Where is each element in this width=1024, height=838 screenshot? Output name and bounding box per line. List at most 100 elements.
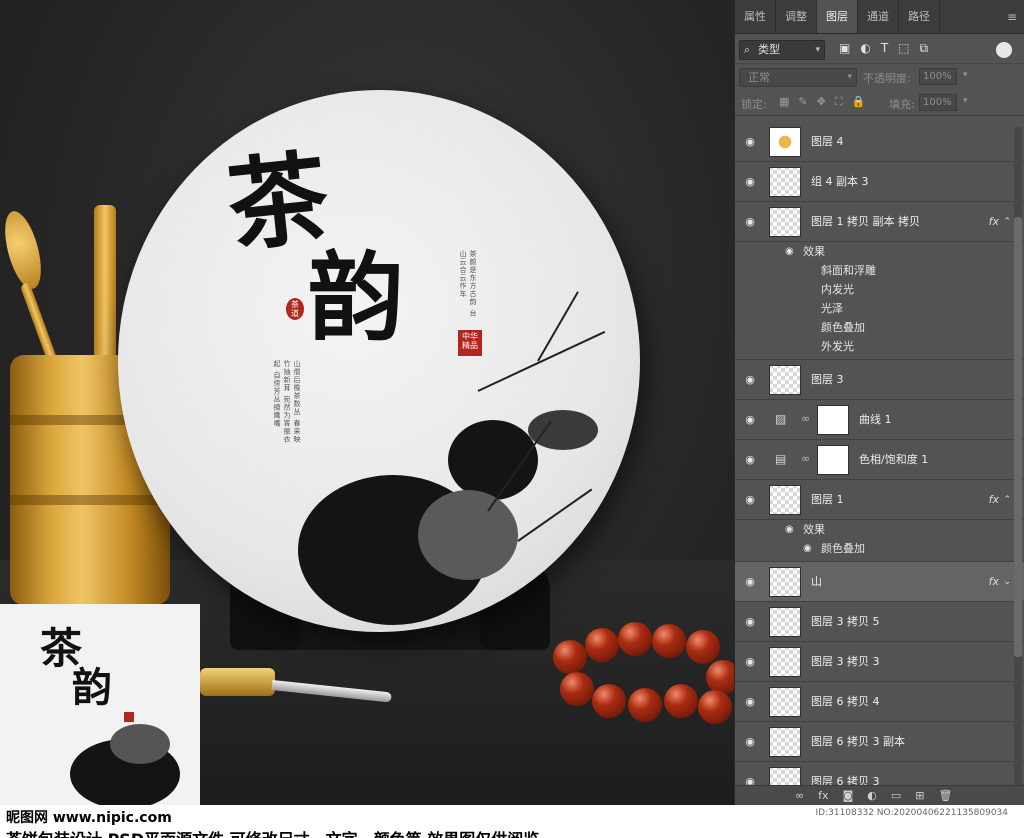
layer-row[interactable]: ◉ 图层 3 拷贝 3 (735, 642, 1024, 682)
expand-effects-icon[interactable]: ⌄ (1003, 562, 1011, 602)
visibility-eye-icon[interactable]: ◉ (743, 453, 757, 467)
blend-mode-select[interactable]: 正常 ▾ (739, 68, 857, 87)
tab-properties[interactable]: 属性 (735, 0, 776, 33)
layer-name[interactable]: 组 4 副本 3 (811, 162, 869, 202)
fill-input[interactable]: 100% (919, 94, 957, 111)
visibility-eye-icon[interactable]: ◉ (743, 413, 757, 427)
visibility-eye-icon[interactable]: ◉ (743, 695, 757, 709)
pixel-filter-icon[interactable]: ▣ (839, 41, 850, 56)
link-icon[interactable]: ∞ (795, 789, 804, 802)
adjustment-icon[interactable]: ◐ (867, 789, 877, 802)
trash-icon[interactable]: 🗑 (938, 789, 952, 802)
layer-row[interactable]: ◉ ▤ ∞ 色相/饱和度 1 (735, 440, 1024, 480)
layer-row-selected[interactable]: ◉ 山 fx ⌄ (735, 562, 1024, 602)
visibility-eye-icon[interactable]: ◉ (743, 215, 757, 229)
smart-object-filter-icon[interactable]: ⧉ (920, 41, 929, 56)
lock-all-icon[interactable]: 🔒 (852, 95, 866, 109)
layer-row[interactable]: ◉ 图层 6 拷贝 3 副本 (735, 722, 1024, 762)
folder-icon[interactable]: ▭ (891, 789, 901, 802)
layer-name[interactable]: 色相/饱和度 1 (859, 440, 928, 480)
layer-name[interactable]: 曲线 1 (859, 400, 892, 440)
layer-thumbnail (769, 207, 801, 237)
fx-icon[interactable]: fx (989, 562, 999, 602)
collapse-effects-icon[interactable]: ⌃ (1003, 480, 1011, 520)
fx-icon[interactable]: fx (989, 480, 999, 520)
shape-filter-icon[interactable]: ⬚ (898, 41, 909, 56)
lock-artboard-icon[interactable]: ⛶ (835, 95, 843, 109)
visibility-eye-icon[interactable]: ◉ (743, 135, 757, 149)
collapse-effects-icon[interactable]: ⌃ (1003, 202, 1011, 242)
layer-mask-thumbnail[interactable] (817, 445, 849, 475)
tab-adjustments[interactable]: 调整 (776, 0, 817, 33)
layer-name[interactable]: 图层 3 拷贝 5 (811, 602, 880, 642)
fx-icon[interactable]: fx (989, 202, 999, 242)
layer-name[interactable]: 图层 6 拷贝 3 副本 (811, 722, 905, 762)
layer-name[interactable]: 图层 6 拷贝 4 (811, 682, 880, 722)
layer-name[interactable]: 图层 1 (811, 480, 844, 520)
visibility-eye-icon[interactable]: ◉ (743, 775, 757, 785)
layer-row[interactable]: ◉ 图层 3 (735, 360, 1024, 400)
mask-link-icon[interactable]: ∞ (801, 412, 810, 425)
lock-pixels-icon[interactable]: ✎ (798, 95, 807, 109)
visibility-eye-icon[interactable]: ◉ (743, 373, 757, 387)
filter-kind-label: 类型 (758, 43, 780, 56)
panel-menu-icon[interactable]: ≡ (1000, 0, 1024, 33)
effect-item[interactable]: 斜面和浮雕 (735, 261, 1024, 280)
layer-mask-thumbnail[interactable] (817, 405, 849, 435)
layer-name[interactable]: 图层 6 拷贝 3 (811, 762, 880, 785)
layers-scrollbar[interactable] (1014, 127, 1022, 787)
lock-transparency-icon[interactable]: ▦ (779, 95, 789, 109)
filter-toggle-switch[interactable] (996, 42, 1012, 58)
layer-row[interactable]: ◉ 图层 1 fx ⌃ (735, 480, 1024, 520)
effect-item[interactable]: 内发光 (735, 280, 1024, 299)
layer-name[interactable]: 图层 1 拷贝 副本 拷贝 (811, 202, 920, 242)
document-canvas[interactable]: 茶 韵 茶道 中华 精品 茶颜是东方古韵 台山云合云作车 山僧后檐茶数丛 春来映… (0, 0, 734, 805)
effect-item[interactable]: 光泽 (735, 299, 1024, 318)
effect-item[interactable]: ◉ 颜色叠加 (735, 539, 1024, 558)
layer-row[interactable]: ◉ 图层 6 拷贝 4 (735, 682, 1024, 722)
mask-link-icon[interactable]: ∞ (801, 452, 810, 465)
layer-row[interactable]: ◉ 图层 1 拷贝 副本 拷贝 fx ⌃ (735, 202, 1024, 242)
effects-header[interactable]: ◉ 效果 (735, 242, 1024, 261)
layer-name[interactable]: 图层 3 (811, 360, 844, 400)
mask-icon[interactable]: ◙ (843, 789, 854, 802)
fill-chevron-icon[interactable]: ▾ (963, 96, 968, 106)
new-layer-icon[interactable]: ⊞ (915, 789, 924, 802)
effect-item[interactable]: 颜色叠加 (735, 318, 1024, 337)
tab-layers[interactable]: 图层 (817, 0, 858, 33)
layer-name[interactable]: 山 (811, 562, 822, 602)
visibility-eye-icon[interactable]: ◉ (743, 575, 757, 589)
opacity-chevron-icon[interactable]: ▾ (963, 70, 968, 80)
visibility-eye-icon[interactable]: ◉ (743, 615, 757, 629)
visibility-eye-icon[interactable]: ◉ (785, 242, 794, 261)
filter-kind-select[interactable]: ⌕ 类型 ▾ (739, 40, 825, 60)
prayer-bead (553, 640, 587, 674)
visibility-eye-icon[interactable]: ◉ (743, 493, 757, 507)
layer-name[interactable]: 图层 4 (811, 122, 844, 162)
visibility-eye-icon[interactable]: ◉ (743, 735, 757, 749)
effect-name: 颜色叠加 (821, 542, 865, 555)
filter-icons: ▣ ◐ T ⬚ ⧉ (839, 41, 928, 56)
layer-name[interactable]: 图层 3 拷贝 3 (811, 642, 880, 682)
prayer-bead (618, 622, 652, 656)
visibility-eye-icon[interactable]: ◉ (803, 539, 812, 558)
tab-channels[interactable]: 通道 (858, 0, 899, 33)
layer-row[interactable]: ◉ ▨ ∞ 曲线 1 (735, 400, 1024, 440)
scrollbar-thumb[interactable] (1014, 217, 1022, 657)
tab-paths[interactable]: 路径 (899, 0, 940, 33)
visibility-eye-icon[interactable]: ◉ (785, 520, 794, 539)
layer-row[interactable]: ◉ 图层 4 (735, 122, 1024, 162)
lock-position-icon[interactable]: ✥ (817, 95, 826, 109)
visibility-eye-icon[interactable]: ◉ (743, 655, 757, 669)
effect-item[interactable]: 外发光 (735, 337, 1024, 356)
effects-list: ◉ 效果 斜面和浮雕 内发光 光泽 颜色叠加 外发光 (735, 242, 1024, 360)
fx-icon[interactable]: fx (818, 789, 828, 802)
opacity-input[interactable]: 100% (919, 68, 957, 85)
layer-row[interactable]: ◉ 组 4 副本 3 (735, 162, 1024, 202)
layer-row[interactable]: ◉ 图层 3 拷贝 5 (735, 602, 1024, 642)
effects-header[interactable]: ◉ 效果 (735, 520, 1024, 539)
type-filter-icon[interactable]: T (881, 41, 888, 56)
layer-row[interactable]: ◉ 图层 6 拷贝 3 (735, 762, 1024, 785)
adjustment-filter-icon[interactable]: ◐ (860, 41, 870, 56)
visibility-eye-icon[interactable]: ◉ (743, 175, 757, 189)
